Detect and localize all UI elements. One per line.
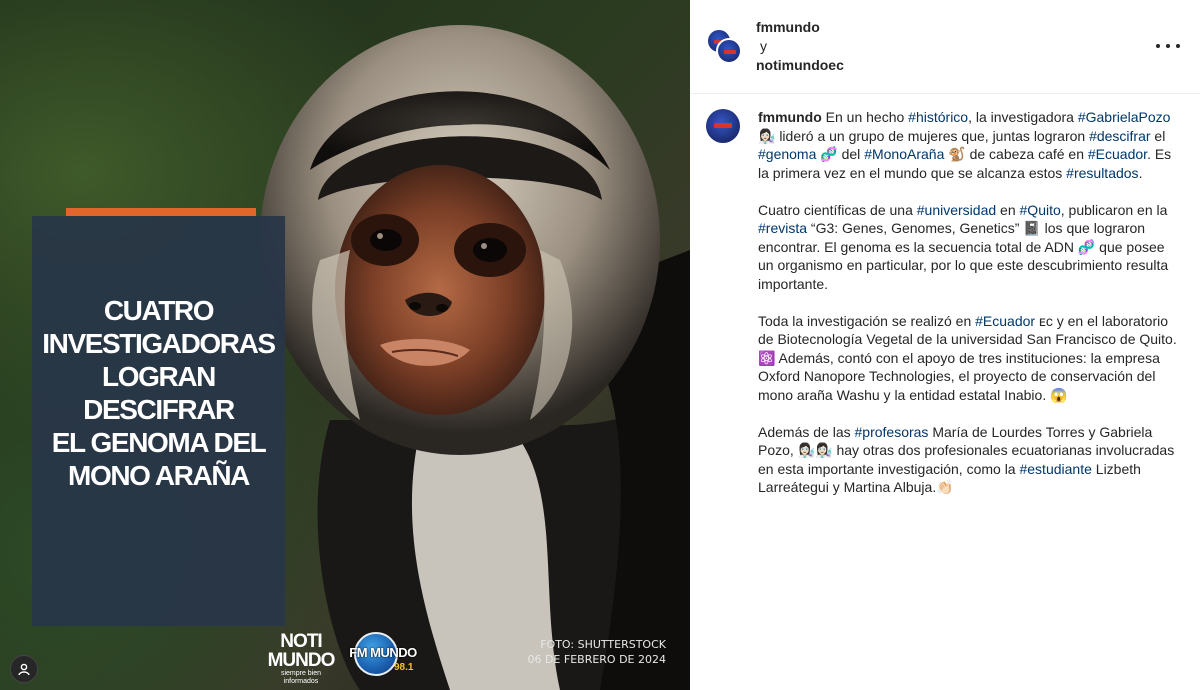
notimundo-tagline: siempre bien informados xyxy=(280,670,322,685)
photo-credits: FOTO: SHUTTERSTOCK 06 DE FEBRERO DE 2024 xyxy=(520,637,666,667)
fmmundo-logo-frequency: 98.1 xyxy=(394,662,414,673)
caption-text-segment: Además de las xyxy=(758,423,855,440)
avatar[interactable] xyxy=(716,38,742,64)
more-horizontal-icon xyxy=(1156,44,1160,48)
notimundo-logo-text: NOTI MUNDO xyxy=(267,631,336,671)
username-link[interactable]: fmmundo xyxy=(756,18,844,37)
caption-text-segment: “G3: Genes, Genomes, Genetics” 📓 los que… xyxy=(758,220,1169,292)
hashtag-link[interactable]: #Quito xyxy=(1020,202,1061,218)
caption-text-segment: 👩🏻‍🔬 lideró a un grupo de mujeres que, j… xyxy=(758,127,1090,144)
avatar[interactable] xyxy=(706,109,740,143)
caption-paragraph-1: fmmundo En un hecho #histórico, la inves… xyxy=(758,108,1178,182)
caption-text-segment: , publicaron en la xyxy=(1060,201,1168,218)
caption-paragraph-2: Cuatro científicas de una #universidad e… xyxy=(758,201,1178,294)
post-date: 06 DE FEBRERO DE 2024 xyxy=(527,653,666,666)
caption-text-segment: En un hecho xyxy=(825,109,909,125)
post-header: fmmundo y notimundoec xyxy=(690,0,1200,94)
fmmundo-logo: FM MUNDO 98.1 xyxy=(342,632,424,676)
hashtag-link[interactable]: #revista xyxy=(758,220,807,236)
username-connector: y xyxy=(760,38,767,54)
username-link[interactable]: fmmundo xyxy=(758,109,822,125)
hashtag-link[interactable]: #histórico xyxy=(908,109,968,125)
hashtag-link[interactable]: #genoma xyxy=(758,146,816,162)
caption-paragraph-3: Toda la investigación se realizó en #Ecu… xyxy=(758,312,1178,405)
more-options-button[interactable] xyxy=(1156,36,1180,56)
photo-credit: FOTO: SHUTTERSTOCK xyxy=(540,638,666,651)
caption-paragraph-4: Además de las #profesoras María de Lourd… xyxy=(758,423,1178,497)
user-tag-icon xyxy=(18,663,30,676)
caption-text-segment: , la investigadora xyxy=(968,109,1078,125)
accent-bar xyxy=(66,208,256,216)
notimundo-logo: NOTI MUNDO siempre bien informados xyxy=(266,631,336,685)
hashtag-link[interactable]: #universidad xyxy=(917,202,996,218)
tagged-users-button[interactable] xyxy=(10,655,38,683)
collab-usernames: fmmundo y notimundoec xyxy=(756,18,844,75)
caption-text-segment: en xyxy=(996,201,1020,218)
caption-text-segment: Cuatro científicas de una xyxy=(758,201,917,218)
fmmundo-logo-text: FM MUNDO xyxy=(349,645,417,660)
headline-text: CUATRO INVESTIGADORAS LOGRAN DESCIFRAR E… xyxy=(42,295,276,491)
hashtag-link[interactable]: #profesoras xyxy=(855,424,929,440)
post-info-panel: fmmundo y notimundoec fmmundo En un hech… xyxy=(690,0,1200,690)
username-link[interactable]: notimundoec xyxy=(756,56,844,75)
collab-avatars[interactable] xyxy=(706,28,742,64)
caption-text-segment: Toda la investigación se realizó en xyxy=(758,312,976,329)
caption-text-segment: . xyxy=(1138,164,1143,181)
post-image[interactable]: CUATRO INVESTIGADORAS LOGRAN DESCIFRAR E… xyxy=(0,0,690,690)
hashtag-link[interactable]: #MonoAraña xyxy=(864,146,944,162)
caption-text-segment: el xyxy=(1150,127,1166,144)
hashtag-link[interactable]: #estudiante xyxy=(1019,461,1091,477)
hashtag-link[interactable]: #descifrar xyxy=(1089,128,1150,144)
hashtag-link[interactable]: #Ecuador xyxy=(975,313,1035,329)
hashtag-link[interactable]: #GabrielaPozo xyxy=(1078,109,1171,125)
hashtag-link[interactable]: #resultados xyxy=(1066,165,1138,181)
caption-text-segment: 🐒 de cabeza café en xyxy=(944,146,1088,162)
caption-text: fmmundo En un hecho #histórico, la inves… xyxy=(758,108,1178,515)
caption-text-segment: 🧬 del xyxy=(816,146,865,162)
hashtag-link[interactable]: #Ecuador xyxy=(1088,146,1147,162)
